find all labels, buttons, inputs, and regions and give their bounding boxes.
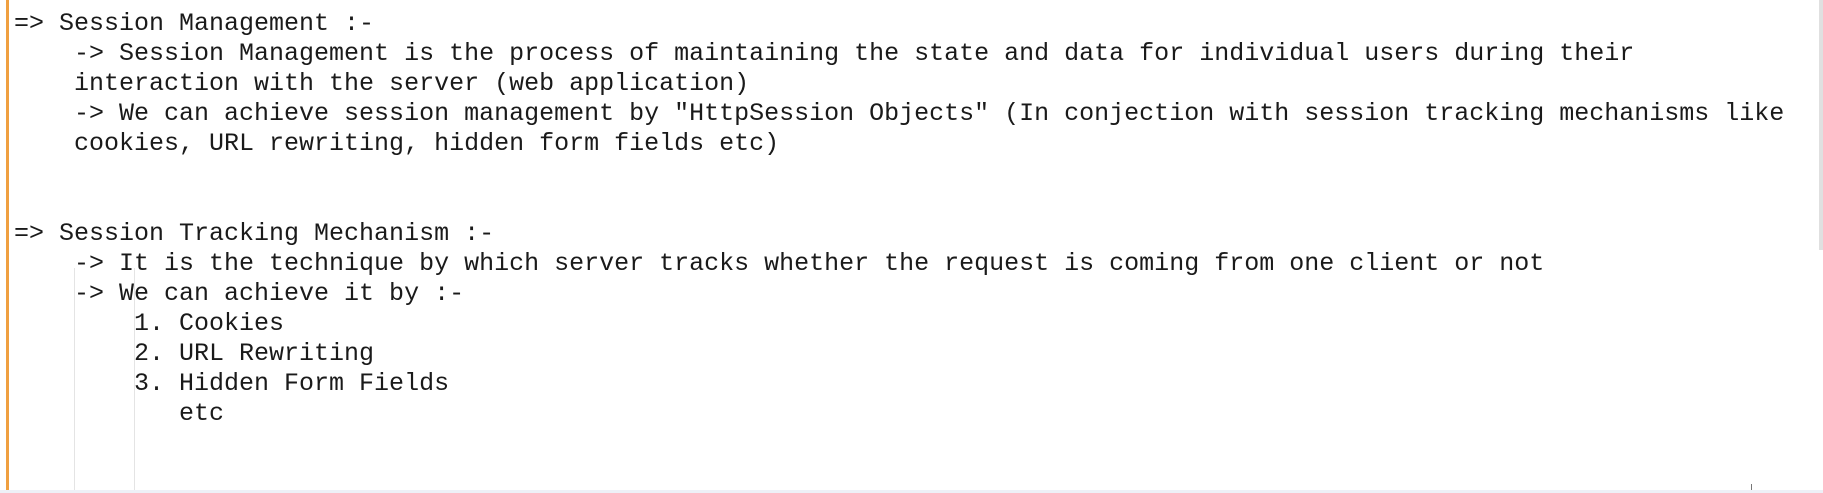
text-line: -> We can achieve it by :- xyxy=(14,279,465,308)
list-item: etc xyxy=(14,399,225,428)
heading-session-management: => Session Management :- xyxy=(14,9,375,38)
text-line: -> It is the technique by which server t… xyxy=(14,249,1545,278)
list-item: 1. Cookies xyxy=(14,309,285,338)
text-line: cookies, URL rewriting, hidden form fiel… xyxy=(14,129,780,158)
resize-tick xyxy=(1751,484,1752,490)
text-editor[interactable]: => Session Management :- -> Session Mana… xyxy=(0,0,1823,493)
text-line: -> We can achieve session management by … xyxy=(14,99,1785,128)
text-line: interaction with the server (web applica… xyxy=(14,69,750,98)
vertical-scrollbar[interactable] xyxy=(1819,0,1823,250)
list-item: 2. URL Rewriting xyxy=(14,339,375,368)
margin-bar xyxy=(6,0,9,493)
text-line: -> Session Management is the process of … xyxy=(14,39,1635,68)
list-item: 3. Hidden Form Fields xyxy=(14,369,450,398)
heading-session-tracking: => Session Tracking Mechanism :- xyxy=(14,219,495,248)
